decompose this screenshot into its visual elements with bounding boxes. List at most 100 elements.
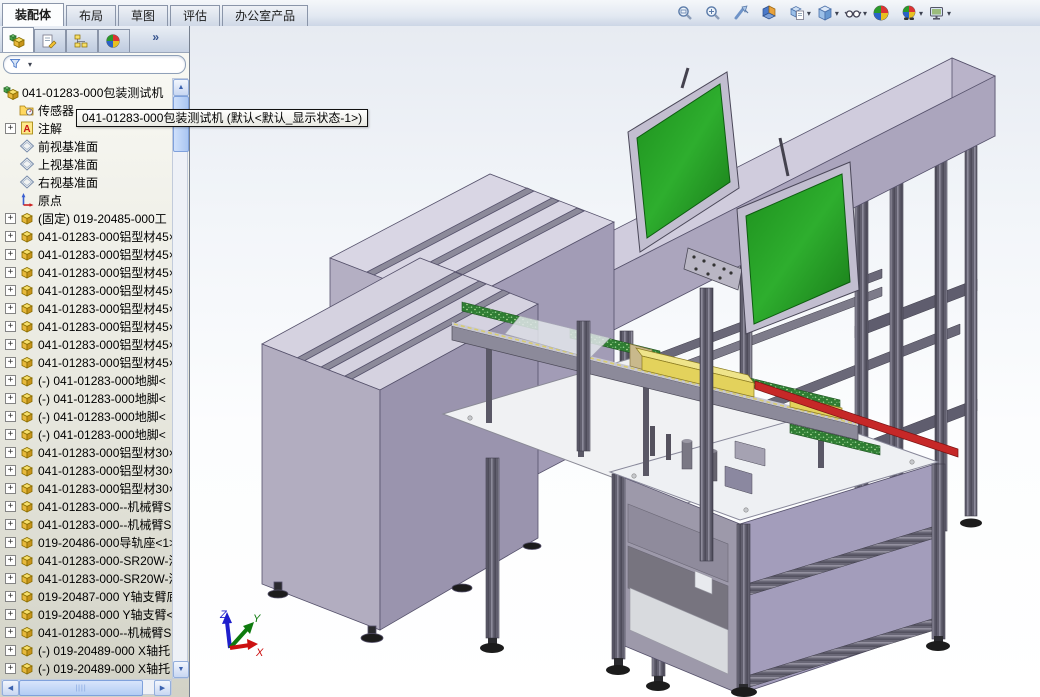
expand-toggle-icon[interactable]: + xyxy=(5,212,16,224)
command-tabs: 装配体 布局 草图 评估 办公室产品 xyxy=(0,3,309,26)
tree-filter-input[interactable]: ▾ xyxy=(3,55,186,74)
horizontal-scroll-thumb[interactable]: |||| xyxy=(19,680,143,696)
expand-toggle-icon[interactable]: + xyxy=(5,554,16,566)
tree-item[interactable]: + 041-01283-000铝型材30× xyxy=(0,443,172,461)
command-manager-bar: 装配体 布局 草图 评估 办公室产品 ▾ ▾ ▾ ▾ ▾ xyxy=(0,0,1040,27)
tree-item[interactable]: + 041-01283-000铝型材45× xyxy=(0,245,172,263)
command-tab[interactable]: 办公室产品 xyxy=(222,5,309,26)
test-station[interactable] xyxy=(606,415,950,697)
expand-toggle-icon[interactable]: + xyxy=(5,302,16,314)
dropdown-arrow-icon[interactable]: ▾ xyxy=(863,9,867,18)
expand-toggle-icon[interactable]: + xyxy=(5,446,16,458)
zoom-area-icon[interactable] xyxy=(703,3,723,23)
tree-item[interactable]: + 上视基准面 xyxy=(0,155,172,173)
tree-item[interactable]: + 019-20488-000 Y轴支臂< xyxy=(0,605,172,623)
edit-appearance-icon[interactable] xyxy=(871,3,891,23)
command-tab[interactable]: 评估 xyxy=(170,5,221,26)
dropdown-arrow-icon[interactable]: ▾ xyxy=(835,9,839,18)
tree-item[interactable]: + 041-01283-000包装测试机 xyxy=(0,83,172,101)
feature-tree: + 041-01283-000包装测试机 + 传感器 + A 注解 xyxy=(0,78,172,684)
zoom-fit-icon[interactable] xyxy=(675,3,695,23)
tree-item[interactable]: + (-) 041-01283-000地脚< xyxy=(0,389,172,407)
tree-item[interactable]: + 041-01283-000-SR20W-滑 xyxy=(0,551,172,569)
expand-toggle-icon[interactable]: + xyxy=(5,374,16,386)
configurationmanager-tab[interactable] xyxy=(66,29,98,52)
expand-toggle-icon[interactable]: + xyxy=(5,338,16,350)
expand-toggle-icon[interactable]: + xyxy=(5,392,16,404)
expand-toggle-icon[interactable]: + xyxy=(5,428,16,440)
dropdown-arrow-icon[interactable]: ▾ xyxy=(919,9,923,18)
expand-toggle-icon[interactable]: + xyxy=(5,590,16,602)
svg-text:A: A xyxy=(23,124,30,135)
tree-item[interactable]: + 041-01283-000铝型材45× xyxy=(0,335,172,353)
previous-view-icon[interactable] xyxy=(731,3,751,23)
display-style-icon[interactable] xyxy=(815,3,835,23)
tree-item[interactable]: + 041-01283-000铝型材45× xyxy=(0,281,172,299)
scroll-left-icon[interactable]: ◀ xyxy=(2,680,19,696)
expand-toggle-icon[interactable]: + xyxy=(5,662,16,674)
tree-item[interactable]: + 041-01283-000-SR20W-滑 xyxy=(0,569,172,587)
triad-z-label: Z xyxy=(219,609,228,621)
tree-item[interactable]: + 041-01283-000--机械臂S xyxy=(0,515,172,533)
tree-item[interactable]: + 041-01283-000铝型材45× xyxy=(0,317,172,335)
expand-toggle-icon[interactable]: + xyxy=(5,626,16,638)
panel-tabs-overflow[interactable]: » xyxy=(152,30,159,48)
expand-toggle-icon[interactable]: + xyxy=(5,248,16,260)
expand-toggle-icon[interactable]: + xyxy=(5,518,16,530)
tree-item[interactable]: + (-) 019-20489-000 X轴托 xyxy=(0,659,172,677)
tree-item[interactable]: + 041-01283-000铝型材45× xyxy=(0,227,172,245)
displaymanager-tab[interactable] xyxy=(98,29,130,52)
tree-item[interactable]: + (-) 041-01283-000地脚< xyxy=(0,371,172,389)
tree-item[interactable]: + (固定) 019-20485-000工 xyxy=(0,209,172,227)
tree-item[interactable]: + 041-01283-000铝型材30× xyxy=(0,461,172,479)
tree-item[interactable]: + (-) 019-20489-000 X轴托 xyxy=(0,641,172,659)
featuremanager-tab[interactable] xyxy=(2,27,34,52)
expand-toggle-icon[interactable]: + xyxy=(5,536,16,548)
command-tab[interactable]: 布局 xyxy=(66,5,117,26)
filter-funnel-icon xyxy=(9,57,25,73)
view-orientation-icon[interactable] xyxy=(787,3,807,23)
propertymanager-tab[interactable] xyxy=(34,29,66,52)
filter-dropdown-icon[interactable]: ▾ xyxy=(28,60,32,69)
tree-vertical-scrollbar[interactable]: ▲ ▼ xyxy=(172,78,189,679)
expand-toggle-icon[interactable]: + xyxy=(5,410,16,422)
section-view-icon[interactable] xyxy=(759,3,779,23)
tree-item[interactable]: + (-) 041-01283-000地脚< xyxy=(0,407,172,425)
expand-toggle-icon[interactable]: + xyxy=(5,356,16,368)
tree-item[interactable]: + 041-01283-000--机械臂S xyxy=(0,623,172,641)
scroll-right-icon[interactable]: ▶ xyxy=(154,680,171,696)
expand-toggle-icon[interactable]: + xyxy=(5,608,16,620)
expand-toggle-icon[interactable]: + xyxy=(5,230,16,242)
scroll-up-icon[interactable]: ▲ xyxy=(173,79,189,96)
expand-toggle-icon[interactable]: + xyxy=(5,464,16,476)
tree-item[interactable]: + 041-01283-000铝型材45× xyxy=(0,263,172,281)
tree-item[interactable]: + (-) 041-01283-000地脚< xyxy=(0,425,172,443)
tree-item[interactable]: + 041-01283-000铝型材45× xyxy=(0,299,172,317)
expand-toggle-icon[interactable]: + xyxy=(5,572,16,584)
tree-item[interactable]: + 前视基准面 xyxy=(0,137,172,155)
tree-item[interactable]: + 019-20486-000导轨座<1> xyxy=(0,533,172,551)
expand-toggle-icon[interactable]: + xyxy=(5,122,16,134)
expand-toggle-icon[interactable]: + xyxy=(5,284,16,296)
dropdown-arrow-icon[interactable]: ▾ xyxy=(807,9,811,18)
scroll-down-icon[interactable]: ▼ xyxy=(173,661,189,678)
tree-item[interactable]: + 右视基准面 xyxy=(0,173,172,191)
expand-toggle-icon[interactable]: + xyxy=(5,320,16,332)
apply-scene-icon[interactable] xyxy=(899,3,919,23)
expand-toggle-icon[interactable]: + xyxy=(5,266,16,278)
tree-horizontal-scrollbar[interactable]: ◀ |||| ▶ xyxy=(1,679,172,696)
view-settings-icon[interactable] xyxy=(927,3,947,23)
triad-x-label: X xyxy=(255,647,264,659)
tree-item[interactable]: + 041-01283-000铝型材30× xyxy=(0,479,172,497)
tree-item[interactable]: + 019-20487-000 Y轴支臂底 xyxy=(0,587,172,605)
expand-toggle-icon[interactable]: + xyxy=(5,482,16,494)
tree-item[interactable]: + 原点 xyxy=(0,191,172,209)
expand-toggle-icon[interactable]: + xyxy=(5,644,16,656)
command-tab[interactable]: 草图 xyxy=(118,5,169,26)
tree-item[interactable]: + 041-01283-000铝型材45× xyxy=(0,353,172,371)
expand-toggle-icon[interactable]: + xyxy=(5,500,16,512)
tree-item[interactable]: + 041-01283-000--机械臂S xyxy=(0,497,172,515)
command-tab[interactable]: 装配体 xyxy=(2,3,65,26)
dropdown-arrow-icon[interactable]: ▾ xyxy=(947,9,951,18)
hide-show-items-icon[interactable] xyxy=(843,3,863,23)
